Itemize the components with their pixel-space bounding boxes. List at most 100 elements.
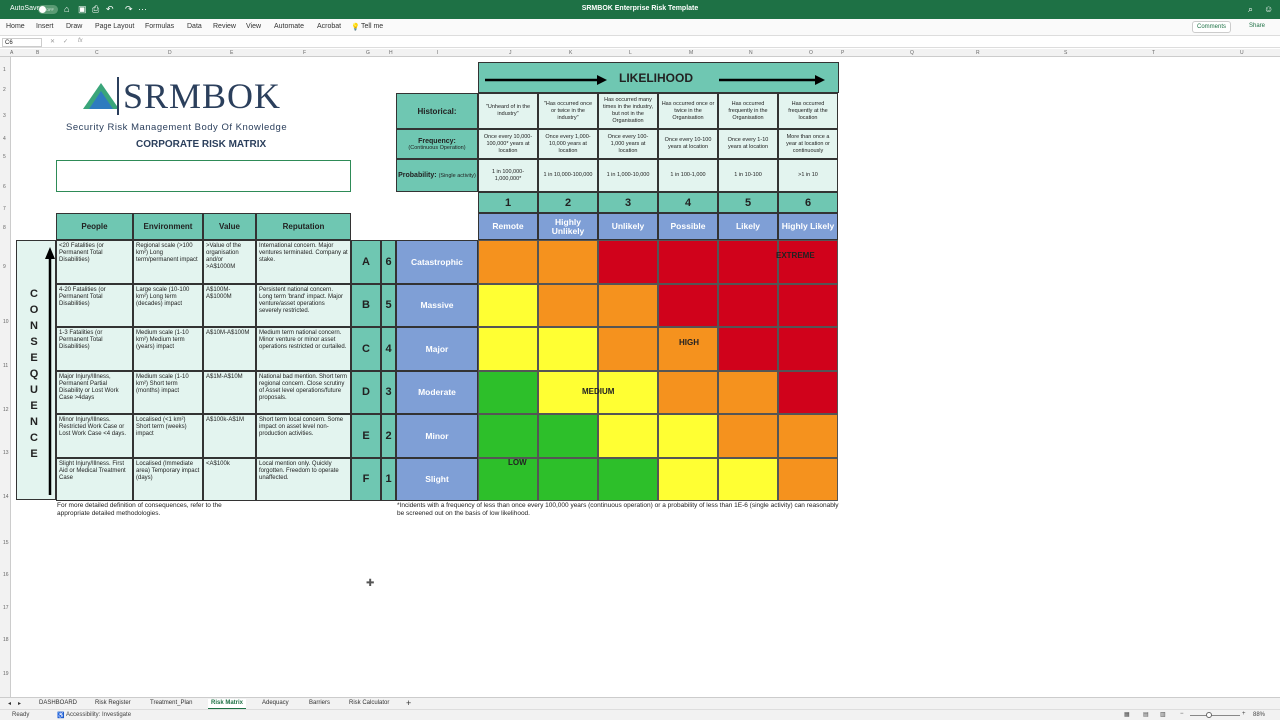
risk-cell[interactable]	[538, 283, 598, 327]
risk-cell[interactable]	[778, 327, 838, 371]
sheet-tab-risk-matrix[interactable]: Risk Matrix	[208, 699, 247, 709]
row-header[interactable]: 18	[3, 637, 9, 643]
risk-cell[interactable]	[538, 240, 598, 284]
row-header[interactable]: 8	[3, 225, 6, 231]
accessibility-status[interactable]: Accessibility: Investigate	[66, 712, 131, 718]
risk-cell[interactable]	[598, 414, 658, 458]
confirm-icon[interactable]: ✓	[63, 38, 68, 45]
risk-cell[interactable]	[598, 240, 658, 284]
row-header[interactable]: 10	[3, 319, 9, 325]
row-header[interactable]: 5	[3, 154, 6, 160]
column-header[interactable]: K	[569, 50, 572, 56]
sheet-tab-treatment-plan[interactable]: Treatment_Plan	[150, 700, 192, 706]
risk-cell[interactable]	[718, 283, 778, 327]
column-header[interactable]: F	[303, 50, 306, 56]
risk-cell[interactable]	[658, 457, 718, 501]
sheet-area[interactable]: SRMBOK Security Risk Management Body Of …	[11, 57, 1280, 697]
tab-next-icon[interactable]: ▸	[18, 700, 21, 707]
risk-cell[interactable]	[718, 414, 778, 458]
tab-data[interactable]: Data	[187, 23, 202, 30]
zoom-in-icon[interactable]: +	[1242, 711, 1246, 717]
risk-cell[interactable]	[778, 240, 838, 284]
row-header[interactable]: 11	[3, 363, 8, 369]
sheet-tab-barriers[interactable]: Barriers	[309, 700, 330, 706]
tab-page-layout[interactable]: Page Layout	[95, 23, 134, 30]
risk-cell[interactable]	[718, 370, 778, 414]
notes-box[interactable]	[56, 160, 351, 192]
zoom-level[interactable]: 88%	[1253, 712, 1265, 718]
risk-cell[interactable]	[478, 414, 538, 458]
name-box[interactable]: C6	[2, 38, 42, 47]
risk-cell[interactable]	[778, 457, 838, 501]
cancel-icon[interactable]: ✕	[50, 38, 55, 45]
risk-cell[interactable]	[778, 283, 838, 327]
risk-cell[interactable]	[658, 327, 718, 371]
row-header[interactable]: 16	[3, 572, 9, 578]
row-header[interactable]: 4	[3, 136, 6, 142]
column-header[interactable]: J	[509, 50, 512, 56]
risk-cell[interactable]	[538, 414, 598, 458]
column-header[interactable]: Q	[910, 50, 914, 56]
row-header[interactable]: 15	[3, 540, 9, 546]
row-header[interactable]: 17	[3, 605, 9, 611]
row-header[interactable]: 12	[3, 407, 9, 413]
risk-cell[interactable]	[778, 370, 838, 414]
row-header[interactable]: 9	[3, 264, 6, 270]
column-header[interactable]: C	[95, 50, 99, 56]
row-header[interactable]: 13	[3, 450, 9, 456]
risk-cell[interactable]	[658, 283, 718, 327]
risk-cell[interactable]	[478, 370, 538, 414]
risk-cell[interactable]	[718, 327, 778, 371]
risk-cell[interactable]	[538, 327, 598, 371]
comments-button[interactable]: Comments	[1192, 21, 1232, 33]
risk-cell[interactable]	[658, 370, 718, 414]
sheet-tab-risk-register[interactable]: Risk Register	[95, 700, 131, 706]
column-header[interactable]: G	[366, 50, 370, 56]
risk-cell[interactable]	[598, 457, 658, 501]
risk-cell[interactable]	[778, 414, 838, 458]
zoom-slider-thumb[interactable]	[1206, 712, 1212, 718]
column-header[interactable]: M	[689, 50, 693, 56]
sheet-tab-dashboard[interactable]: DASHBOARD	[39, 700, 77, 706]
share-button[interactable]: Share	[1246, 21, 1268, 31]
column-header[interactable]: I	[437, 50, 438, 56]
risk-cell[interactable]	[478, 240, 538, 284]
page-break-view-icon[interactable]: ▥	[1160, 711, 1166, 718]
page-layout-view-icon[interactable]: ▤	[1143, 711, 1149, 718]
risk-cell[interactable]	[658, 240, 718, 284]
zoom-out-icon[interactable]: −	[1180, 711, 1184, 717]
column-header[interactable]: S	[1064, 50, 1067, 56]
tab-review[interactable]: Review	[213, 23, 236, 30]
column-header[interactable]: L	[629, 50, 632, 56]
row-header[interactable]: 7	[3, 206, 6, 212]
sheet-tab-adequacy[interactable]: Adequacy	[262, 700, 289, 706]
risk-cell[interactable]	[598, 327, 658, 371]
tab-automate[interactable]: Automate	[274, 23, 304, 30]
column-header[interactable]: U	[1240, 50, 1244, 56]
risk-cell[interactable]	[718, 457, 778, 501]
normal-view-icon[interactable]: ▦	[1124, 711, 1130, 718]
risk-cell[interactable]	[478, 283, 538, 327]
risk-cell[interactable]	[538, 457, 598, 501]
row-header[interactable]: 2	[3, 87, 6, 93]
tab-home[interactable]: Home	[6, 23, 25, 30]
tab-acrobat[interactable]: Acrobat	[317, 23, 341, 30]
tab-formulas[interactable]: Formulas	[145, 23, 174, 30]
row-header[interactable]: 14	[3, 494, 9, 500]
row-header[interactable]: 3	[3, 113, 6, 119]
sheet-tab-risk-calculator[interactable]: Risk Calculator	[349, 700, 389, 706]
risk-cell[interactable]	[658, 414, 718, 458]
tab-draw[interactable]: Draw	[66, 23, 82, 30]
tab-view[interactable]: View	[246, 23, 261, 30]
add-sheet-icon[interactable]: +	[406, 698, 411, 708]
column-header[interactable]: H	[389, 50, 393, 56]
column-header[interactable]: N	[749, 50, 753, 56]
tab-insert[interactable]: Insert	[36, 23, 54, 30]
zoom-slider[interactable]	[1190, 715, 1240, 716]
column-header[interactable]: A	[10, 50, 13, 56]
column-header[interactable]: T	[1152, 50, 1155, 56]
account-icon[interactable]: ☺	[1264, 4, 1273, 14]
column-header[interactable]: P	[841, 50, 844, 56]
row-header[interactable]: 19	[3, 671, 9, 677]
row-header[interactable]: 6	[3, 184, 6, 190]
